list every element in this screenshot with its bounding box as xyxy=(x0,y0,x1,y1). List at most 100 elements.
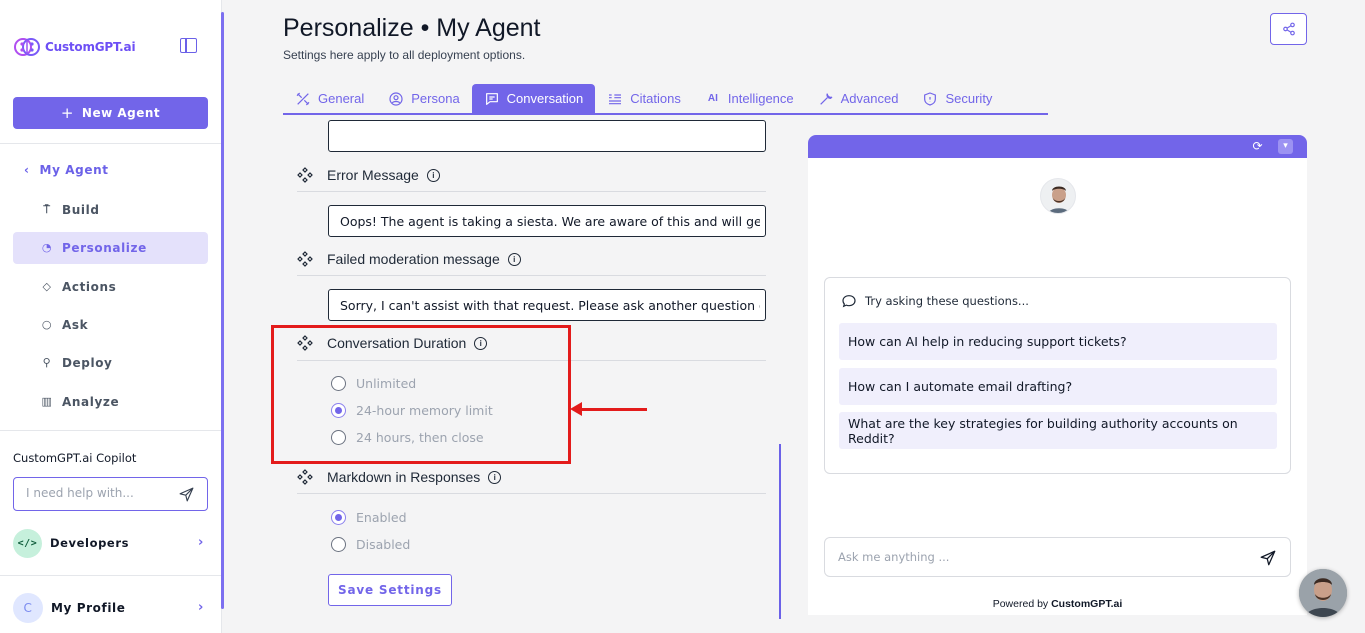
sidebar-item-analyze[interactable]: ▥ Analyze xyxy=(13,386,208,418)
annotation-arrowhead xyxy=(570,402,582,416)
chat-bubble-icon xyxy=(842,295,856,308)
radio-button[interactable] xyxy=(331,537,346,552)
tab-label: Citations xyxy=(630,91,681,106)
info-icon[interactable]: i xyxy=(507,252,521,266)
divider xyxy=(0,143,222,144)
suggestions-heading-text: Try asking these questions... xyxy=(865,294,1029,308)
nav-parent-label: My Agent xyxy=(39,163,109,177)
failed-moderation-field[interactable] xyxy=(328,289,766,321)
new-agent-button[interactable]: + New Agent xyxy=(13,97,208,129)
failed-moderation-input[interactable] xyxy=(340,298,760,313)
markdown-option-enabled[interactable]: Enabled xyxy=(331,510,407,525)
sidebar-item-label: Ask xyxy=(62,318,89,332)
new-agent-label: New Agent xyxy=(81,106,161,120)
divider xyxy=(297,493,766,494)
page-title: Personalize • My Agent xyxy=(283,14,541,42)
suggested-questions-card: Try asking these questions... How can AI… xyxy=(824,277,1291,474)
powered-by-brand[interactable]: CustomGPT.ai xyxy=(1051,598,1122,610)
tab-general[interactable]: General xyxy=(283,84,376,113)
drag-handle-icon[interactable] xyxy=(297,469,313,485)
build-icon: ⍑ xyxy=(43,203,51,216)
tab-citations[interactable]: Citations xyxy=(595,84,693,113)
chevron-left-icon: ‹ xyxy=(24,163,30,177)
chat-icon: ○ xyxy=(41,318,53,331)
highlight-annotation-box xyxy=(271,325,571,464)
error-message-field[interactable] xyxy=(328,205,766,237)
tab-security[interactable]: Security xyxy=(910,84,1004,113)
copilot-input[interactable] xyxy=(26,486,176,500)
chevron-down-icon[interactable]: ▾ xyxy=(1278,139,1293,154)
chat-input-wrapper xyxy=(824,537,1291,577)
tab-label: Advanced xyxy=(840,91,899,106)
tab-label: General xyxy=(318,91,365,106)
chat-input[interactable] xyxy=(838,550,1238,564)
tab-advanced[interactable]: Advanced xyxy=(806,84,911,113)
developers-item[interactable]: </> Developers › xyxy=(13,528,208,558)
logo[interactable]: CustomGPT.ai xyxy=(13,33,136,61)
failed-moderation-label: Failed moderation message xyxy=(327,251,500,267)
error-message-header: Error Message i xyxy=(297,167,440,183)
preview-toolbar: ⟳ ▾ xyxy=(808,135,1307,158)
tab-persona[interactable]: Persona xyxy=(376,84,471,113)
suggested-question[interactable]: What are the key strategies for building… xyxy=(839,412,1277,449)
divider xyxy=(297,275,766,276)
sidebar-item-deploy[interactable]: ⚲ Deploy xyxy=(13,347,208,379)
refresh-icon[interactable]: ⟳ xyxy=(1250,139,1265,154)
brand-name: CustomGPT.ai xyxy=(45,40,136,54)
send-icon[interactable] xyxy=(178,486,195,503)
info-icon[interactable]: i xyxy=(488,470,502,484)
settings-tabs: General Persona Conversation Citations A… xyxy=(283,84,1048,115)
share-button[interactable] xyxy=(1270,13,1307,45)
drag-handle-icon[interactable] xyxy=(297,167,313,183)
profile-item[interactable]: C My Profile › xyxy=(13,593,208,623)
sidebar-scrollbar[interactable] xyxy=(221,12,224,609)
floating-chat-avatar[interactable] xyxy=(1299,569,1347,617)
palette-icon: ◔ xyxy=(41,241,53,254)
nav-parent-my-agent[interactable]: ‹ My Agent xyxy=(24,163,109,177)
sidebar: CustomGPT.ai + New Agent ‹ My Agent ⍑ Bu… xyxy=(0,0,222,633)
previous-text-field[interactable] xyxy=(328,120,766,152)
agent-avatar xyxy=(1040,178,1076,214)
tab-conversation[interactable]: Conversation xyxy=(471,84,596,113)
content-scrollbar[interactable] xyxy=(779,444,781,619)
suggested-question[interactable]: How can I automate email drafting? xyxy=(839,368,1277,405)
tab-intelligence[interactable]: AI Intelligence xyxy=(693,84,806,113)
info-icon[interactable]: i xyxy=(426,168,440,182)
chevron-right-icon: › xyxy=(198,600,204,615)
tab-label: Intelligence xyxy=(727,91,794,106)
send-icon[interactable] xyxy=(1259,549,1277,567)
powered-by-text: Powered by xyxy=(992,598,1049,610)
save-settings-button[interactable]: Save Settings xyxy=(328,574,452,606)
markdown-option-disabled[interactable]: Disabled xyxy=(331,537,410,552)
drag-handle-icon[interactable] xyxy=(297,251,313,267)
plus-icon: + xyxy=(60,104,74,122)
sidebar-item-actions[interactable]: ◇ Actions xyxy=(13,271,208,303)
sidebar-item-personalize[interactable]: ◔ Personalize xyxy=(13,232,208,264)
sidebar-item-ask[interactable]: ○ Ask xyxy=(13,309,208,341)
sidebar-item-label: Analyze xyxy=(62,395,120,409)
suggested-question[interactable]: How can AI help in reducing support tick… xyxy=(839,323,1277,360)
error-message-input[interactable] xyxy=(340,214,760,229)
agent-photo xyxy=(1041,179,1075,213)
page-subtitle: Settings here apply to all deployment op… xyxy=(283,48,526,62)
sidebar-item-label: Actions xyxy=(62,280,117,294)
sidebar-item-build[interactable]: ⍑ Build xyxy=(13,194,208,226)
copilot-input-wrapper xyxy=(13,477,208,511)
divider xyxy=(297,191,766,192)
markdown-label: Markdown in Responses xyxy=(327,469,481,485)
suggestions-heading: Try asking these questions... xyxy=(841,293,1029,309)
user-circle-icon xyxy=(389,91,403,106)
share-icon xyxy=(1282,22,1295,36)
message-icon xyxy=(485,92,498,105)
divider xyxy=(0,575,222,576)
sidebar-toggle-icon[interactable] xyxy=(180,38,197,53)
annotation-arrow xyxy=(576,408,647,411)
radio-button-selected[interactable] xyxy=(331,510,346,525)
radio-label: Enabled xyxy=(356,510,407,525)
sidebar-item-label: Personalize xyxy=(62,241,147,255)
wrench-icon xyxy=(819,92,833,105)
developers-label: Developers xyxy=(50,536,130,550)
divider xyxy=(0,430,222,431)
tab-label: Conversation xyxy=(506,91,584,106)
failed-moderation-header: Failed moderation message i xyxy=(297,251,521,267)
